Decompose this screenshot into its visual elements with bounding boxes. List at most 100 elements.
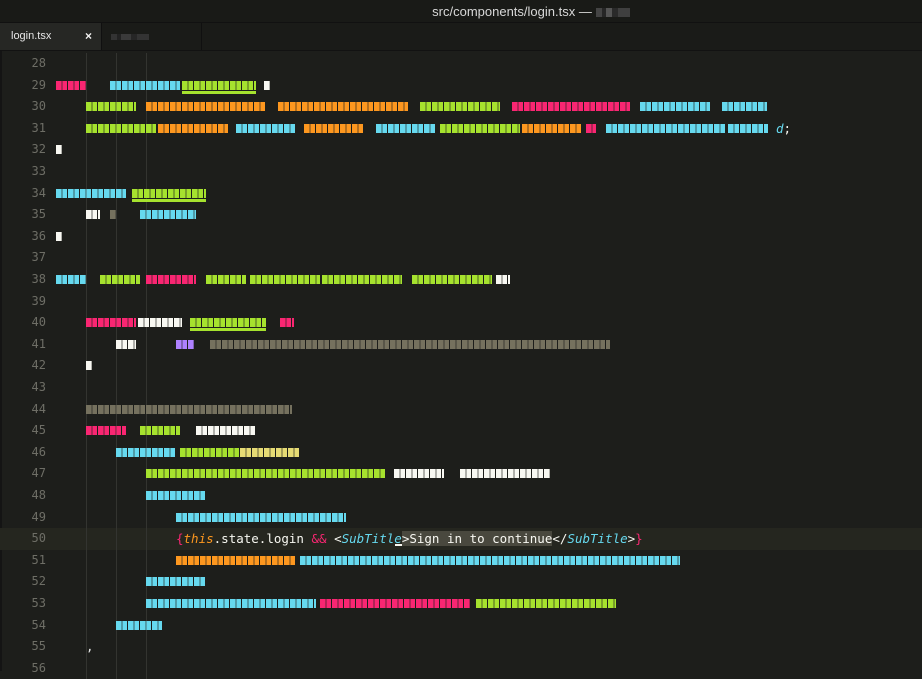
obfuscated-code-segment xyxy=(322,275,402,284)
tab-blurred[interactable] xyxy=(102,23,202,50)
line-number: 54 xyxy=(31,617,46,632)
obfuscated-code-segment xyxy=(460,469,550,479)
obfuscated-code-segment xyxy=(180,447,240,457)
obfuscated-code-segment xyxy=(376,123,436,133)
indent-guide xyxy=(86,53,87,75)
code-line[interactable]: 45 xyxy=(0,420,922,442)
code-line[interactable]: 30 xyxy=(0,96,922,118)
obfuscated-code-segment xyxy=(728,123,768,133)
code-line[interactable]: 34 xyxy=(0,182,922,205)
tag-open-bracket: < xyxy=(334,531,342,547)
obfuscated-code-segment xyxy=(56,145,62,155)
obfuscated-code-segment xyxy=(56,188,126,198)
code-line[interactable]: 54 xyxy=(0,614,922,637)
obfuscated-code-segment xyxy=(176,555,296,565)
indent-guide xyxy=(86,549,87,572)
code-line[interactable]: 50 {this.state.login && <SubTitle>Sign in… xyxy=(0,528,922,550)
code-editor[interactable]: 28 29 30 31 d; 32 33 34 35 36 37 38 39 40 41 42 43 44 45 46… xyxy=(0,51,922,679)
code-line[interactable]: 41 xyxy=(0,333,922,356)
indent-guide xyxy=(86,528,87,550)
code-line[interactable]: 40 xyxy=(0,312,922,334)
code-line[interactable]: 47 xyxy=(0,463,922,485)
code-line[interactable]: 48 xyxy=(0,485,922,507)
code-line[interactable]: 51 xyxy=(0,549,922,572)
obfuscated-code-segment xyxy=(250,275,320,284)
indent-guide xyxy=(86,225,87,248)
line-number: 37 xyxy=(31,250,46,265)
tab-bar: login.tsx × xyxy=(0,23,922,51)
obfuscated-code-segment xyxy=(86,102,136,112)
code-line[interactable]: 44 xyxy=(0,398,922,421)
indent-guide xyxy=(86,377,87,399)
indent-guide xyxy=(116,636,117,658)
obfuscated-code-segment xyxy=(146,275,196,284)
obfuscated-code-segment xyxy=(86,404,292,414)
close-tab-icon[interactable]: × xyxy=(85,29,92,43)
obfuscated-code-segment xyxy=(440,123,520,133)
indent-guide xyxy=(86,485,87,507)
code-line[interactable]: 52 xyxy=(0,571,922,593)
indent-guide xyxy=(86,269,87,291)
indent-guide xyxy=(116,139,117,161)
indent-guide xyxy=(86,657,87,679)
indent-guide xyxy=(86,161,87,183)
line-number: 35 xyxy=(31,207,46,222)
obfuscated-code-segment xyxy=(304,123,364,133)
obfuscated-code-segment xyxy=(146,102,266,112)
code-line[interactable]: 56 xyxy=(0,657,922,679)
obfuscated-code-segment xyxy=(140,426,180,436)
code-line[interactable]: 55, xyxy=(0,636,922,658)
close-brace: } xyxy=(635,531,643,547)
indent-guide xyxy=(116,571,117,593)
obfuscated-code-segment xyxy=(56,231,62,241)
obfuscated-code-segment xyxy=(100,275,140,284)
code-line[interactable]: 53 xyxy=(0,593,922,615)
obfuscated-underline xyxy=(182,90,256,94)
line-number: 28 xyxy=(31,56,46,70)
tab-login-tsx[interactable]: login.tsx × xyxy=(0,23,102,50)
code-line[interactable]: 37 xyxy=(0,247,922,269)
code-line[interactable]: 46 xyxy=(0,441,922,464)
code-line[interactable]: 33 xyxy=(0,161,922,183)
indent-guide xyxy=(116,204,117,226)
blurred-tab-label xyxy=(111,34,149,40)
indent-guide xyxy=(86,506,87,529)
line-number: 47 xyxy=(31,466,46,481)
line-number: 50 xyxy=(31,531,46,546)
indent-guide xyxy=(146,528,147,550)
code-line[interactable]: 29 xyxy=(0,74,922,97)
indent-guide xyxy=(116,485,117,507)
obfuscated-code-segment xyxy=(280,318,294,328)
code-line[interactable]: 43 xyxy=(0,377,922,399)
line31-visible-tail: d; xyxy=(776,118,791,140)
obfuscated-code-segment xyxy=(412,275,492,284)
code-line[interactable]: 35 xyxy=(0,204,922,226)
obfuscated-code-segment xyxy=(132,188,206,198)
obfuscated-code-segment xyxy=(146,491,206,500)
indent-guide xyxy=(146,139,147,161)
obfuscated-code-segment xyxy=(146,469,386,479)
code-line[interactable]: 39 xyxy=(0,290,922,313)
code-line[interactable]: 28 xyxy=(0,53,922,75)
jsx-subtitle-line[interactable]: {this.state.login && <SubTitle>Sign in t… xyxy=(176,528,643,550)
obfuscated-code-segment xyxy=(158,123,228,133)
code-line[interactable]: 38 xyxy=(0,269,922,291)
code-line[interactable]: 31 d; xyxy=(0,117,922,140)
code-line[interactable]: 36 xyxy=(0,225,922,248)
code-line[interactable]: 42 xyxy=(0,355,922,377)
obfuscated-code-segment xyxy=(278,102,408,112)
obfuscated-code-segment xyxy=(190,318,266,328)
obfuscated-code-segment xyxy=(86,361,92,371)
code-line[interactable]: 32 xyxy=(0,139,922,161)
obfuscated-code-segment xyxy=(138,318,182,328)
line-number: 39 xyxy=(31,293,46,308)
indent-guide xyxy=(116,161,117,183)
indent-guide xyxy=(116,290,117,313)
code-line[interactable]: 49 xyxy=(0,506,922,529)
window-title: src/components/login.tsx — xyxy=(0,4,922,19)
window-title-text: src/components/login.tsx — xyxy=(432,4,592,19)
subtitle-close-tag: SubTitle xyxy=(567,531,628,547)
line-number: 36 xyxy=(31,228,46,243)
indent-guide xyxy=(116,225,117,248)
and-operator: && xyxy=(311,531,327,547)
